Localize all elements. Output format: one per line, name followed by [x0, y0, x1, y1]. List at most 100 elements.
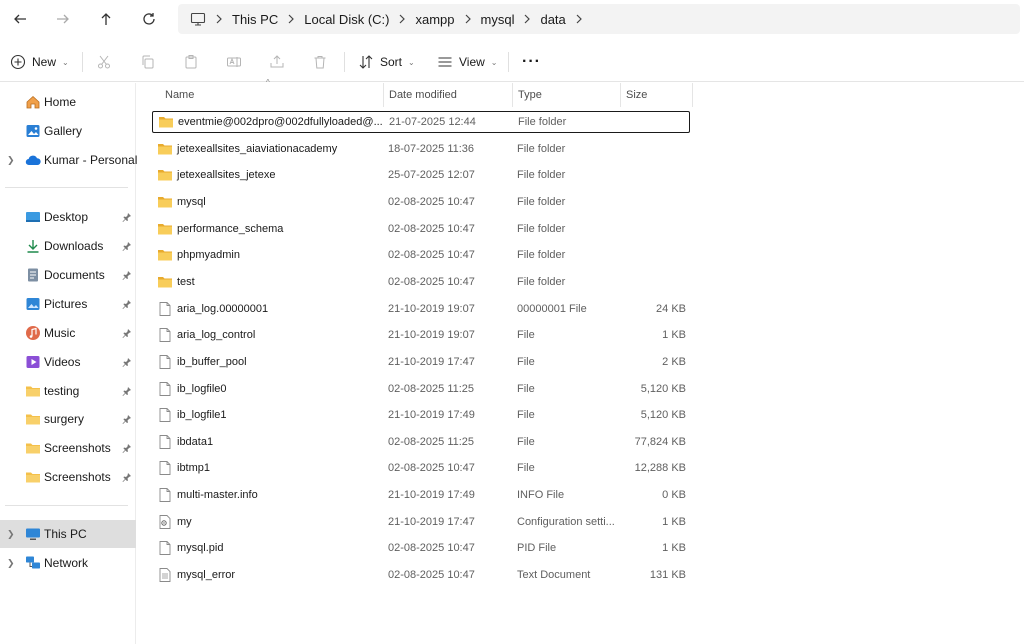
rename-button[interactable] [226, 50, 242, 74]
file-row[interactable]: multi-master.info 21-10-2019 17:49 INFO Fi… [152, 484, 690, 506]
chevron-right-icon[interactable] [278, 14, 304, 24]
file-size: 77,824 KB [634, 435, 686, 448]
share-button[interactable] [269, 50, 285, 74]
chevron-right-icon[interactable] [455, 14, 481, 24]
file-size [622, 164, 686, 186]
sidebar-item-screenshots-2[interactable]: Screenshots [0, 463, 136, 491]
sort-button[interactable]: Sort ⌄ [358, 50, 415, 74]
toolbar-divider [508, 52, 509, 72]
sidebar-item-videos[interactable]: Videos [0, 348, 136, 376]
folder-icon [25, 383, 41, 399]
sidebar-item-home[interactable]: Home [0, 88, 136, 116]
file-row[interactable]: ib_logfile1 21-10-2019 17:49 File 5,120 KB [152, 404, 690, 426]
folder-row[interactable]: test 02-08-2025 10:47 File folder [152, 271, 690, 293]
pin-icon[interactable] [122, 414, 132, 424]
file-row[interactable]: aria_log_control 21-10-2019 19:07 File 1 KB [152, 324, 690, 346]
gallery-icon [25, 123, 41, 139]
column-header-size[interactable]: Size [626, 83, 647, 107]
sidebar-item-screenshots[interactable]: Screenshots [0, 434, 136, 462]
date-modified: 02-08-2025 10:47 [388, 542, 475, 555]
copy-button[interactable] [140, 50, 156, 74]
chevron-right-icon[interactable]: ❯ [7, 558, 15, 569]
sidebar-item-pictures[interactable]: Pictures [0, 290, 136, 318]
date-modified: 21-07-2025 12:44 [389, 116, 476, 128]
breadcrumb-mysql[interactable]: mysql [481, 12, 515, 27]
file-row[interactable]: my 21-10-2019 17:47 Configuration setti...… [152, 511, 690, 533]
pin-icon[interactable] [122, 328, 132, 338]
column-header-date[interactable]: Date modified [389, 83, 457, 107]
file-row[interactable]: ibdata1 02-08-2025 11:25 File 77,824 KB [152, 431, 690, 453]
folder-row[interactable]: jetexeallsites_aiaviationacademy 18-07-20… [152, 138, 690, 160]
chevron-right-icon[interactable] [389, 14, 415, 24]
sidebar-item-kumar-personal[interactable]: ❯ Kumar - Personal [0, 146, 137, 174]
sidebar-item-label: Downloads [44, 239, 104, 253]
column-header-name[interactable]: Name [165, 83, 194, 107]
pin-icon[interactable] [122, 212, 132, 222]
chevron-right-icon[interactable]: ❯ [7, 155, 15, 166]
more-options-button[interactable]: ··· [522, 50, 541, 74]
file-row[interactable]: ib_buffer_pool 21-10-2019 17:47 File 2 KB [152, 351, 690, 373]
up-button[interactable] [92, 6, 120, 32]
pin-icon[interactable] [122, 241, 132, 251]
sidebar-item-downloads[interactable]: Downloads [0, 232, 136, 260]
paste-button[interactable] [183, 50, 199, 74]
sidebar-item-network[interactable]: ❯ Network [0, 549, 136, 577]
folder-row[interactable]: phpmyadmin 02-08-2025 10:47 File folder [152, 244, 690, 266]
pin-icon[interactable] [122, 270, 132, 280]
date-modified: 02-08-2025 10:47 [388, 195, 475, 208]
breadcrumb-data[interactable]: data [540, 12, 565, 27]
folder-row[interactable]: performance_schema 02-08-2025 10:47 File f… [152, 218, 690, 240]
sidebar-item-documents[interactable]: Documents [0, 261, 136, 289]
cut-button[interactable] [96, 50, 112, 74]
breadcrumb-this-pc[interactable]: This PC [232, 12, 278, 27]
sidebar-item-surgery[interactable]: surgery [0, 405, 136, 433]
sidebar-item-gallery[interactable]: Gallery [0, 117, 136, 145]
back-button[interactable] [6, 6, 34, 32]
sidebar-item-label: Videos [44, 355, 81, 369]
forward-button[interactable] [49, 6, 77, 32]
name-cell: ibtmp1 [157, 457, 385, 479]
folder-icon [158, 114, 174, 130]
column-divider[interactable] [692, 83, 693, 107]
sidebar-item-this-pc[interactable]: ❯ This PC [0, 520, 136, 548]
file-row[interactable]: aria_log.00000001 21-10-2019 19:07 0000000… [152, 298, 690, 320]
pin-icon[interactable] [122, 443, 132, 453]
chevron-right-icon[interactable] [514, 14, 540, 24]
chevron-right-icon[interactable]: ❯ [7, 529, 15, 540]
chevron-right-icon[interactable] [566, 14, 592, 24]
sidebar-item-testing[interactable]: testing [0, 377, 136, 405]
chevron-down-icon: ⌄ [490, 57, 498, 67]
pin-icon[interactable] [122, 299, 132, 309]
file-row[interactable]: ib_logfile0 02-08-2025 11:25 File 5,120 KB [152, 378, 690, 400]
file-type: PID File [517, 542, 557, 555]
file-type: Text Document [517, 569, 591, 582]
column-divider[interactable] [620, 83, 621, 107]
file-row[interactable]: ibtmp1 02-08-2025 10:47 File 12,288 KB [152, 457, 690, 479]
address-bar[interactable]: This PC Local Disk (C:) xampp mysql data [178, 4, 1020, 34]
date-modified: 02-08-2025 10:47 [388, 249, 475, 262]
file-row[interactable]: mysql_error 02-08-2025 10:47 Text Document… [152, 564, 690, 586]
sidebar-divider [5, 187, 128, 188]
refresh-button[interactable] [135, 6, 163, 32]
sidebar-item-desktop[interactable]: Desktop [0, 203, 136, 231]
pin-icon[interactable] [122, 472, 132, 482]
toolbar-divider [82, 52, 83, 72]
folder-row[interactable]: mysql 02-08-2025 10:47 File folder [152, 191, 690, 213]
delete-button[interactable] [312, 50, 328, 74]
pin-icon[interactable] [122, 357, 132, 367]
chevron-right-icon[interactable] [206, 14, 232, 24]
column-divider[interactable] [383, 83, 384, 107]
breadcrumb-xampp[interactable]: xampp [415, 12, 454, 27]
file-name: ib_logfile1 [177, 409, 227, 422]
column-header-type[interactable]: Type [518, 83, 542, 107]
folder-row[interactable]: jetexeallsites_jetexe 25-07-2025 12:07 Fil… [152, 164, 690, 186]
breadcrumb-local-disk[interactable]: Local Disk (C:) [304, 12, 389, 27]
sidebar-item-music[interactable]: Music [0, 319, 136, 347]
address-row: This PC Local Disk (C:) xampp mysql data [0, 0, 1024, 38]
file-row[interactable]: mysql.pid 02-08-2025 10:47 PID File 1 KB [152, 537, 690, 559]
folder-row[interactable]: eventmie@002dpro@002dfullyloaded@... 21-0… [152, 111, 690, 133]
view-button[interactable]: View ⌄ [437, 50, 498, 74]
new-button[interactable]: New ⌄ [10, 50, 69, 74]
pin-icon[interactable] [122, 386, 132, 396]
column-divider[interactable] [512, 83, 513, 107]
